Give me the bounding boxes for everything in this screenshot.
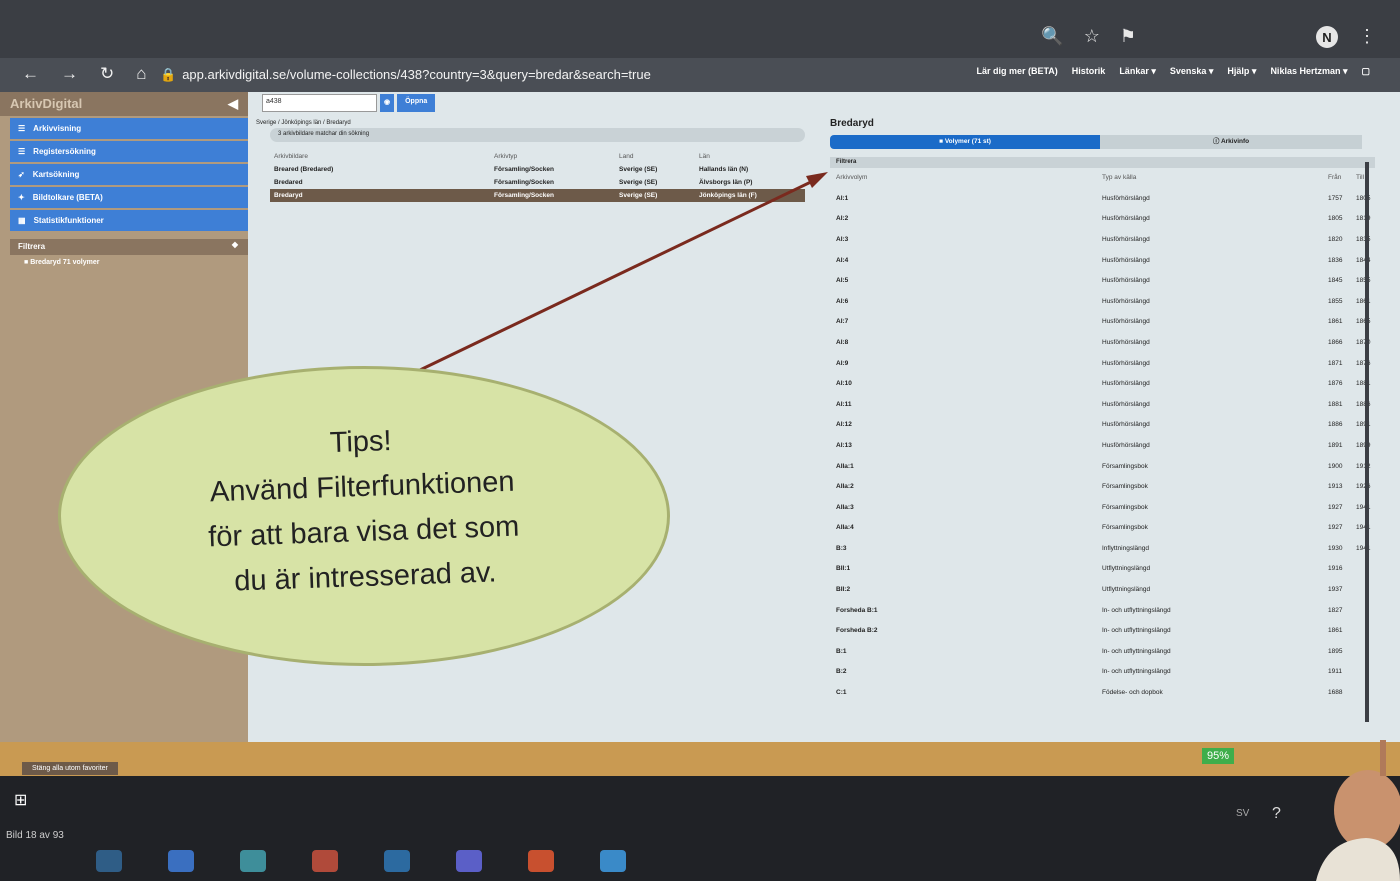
projected-screen: 🔍 ☆ ⚑ N ⋮ ← → ↻ ⌂ 🔒 app.arkivdigital.se/v… — [0, 0, 1400, 881]
presenter-silhouette — [1316, 740, 1400, 881]
tip-text: Tips! Använd Filterfunktionen för att ba… — [115, 412, 611, 609]
